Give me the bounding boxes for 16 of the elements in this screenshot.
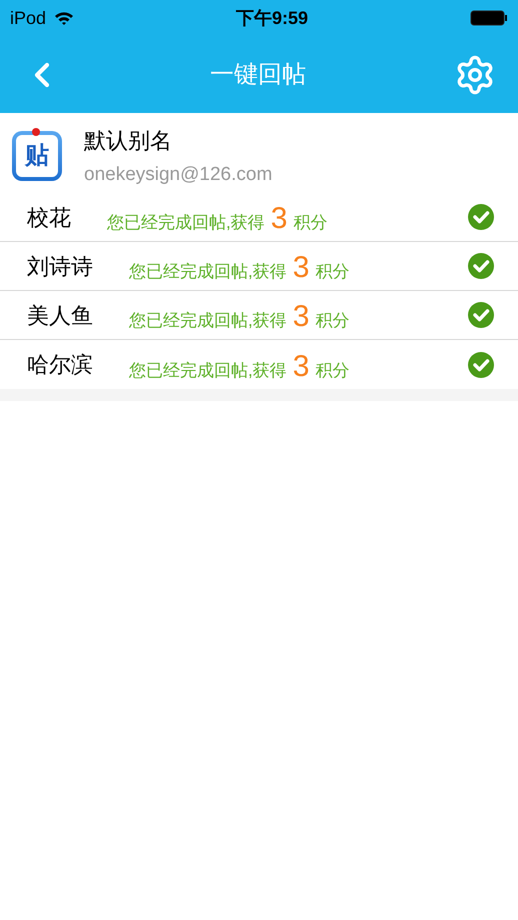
status-message: 您已经完成回帖,获得 3 积分 — [107, 204, 328, 236]
page-title: 一键回帖 — [210, 60, 306, 90]
status-message: 您已经完成回帖,获得 3 积分 — [129, 352, 350, 384]
board-name: 哈尔滨 — [27, 351, 93, 379]
board-name: 校花 — [27, 204, 71, 232]
status-message: 您已经完成回帖,获得 3 积分 — [129, 253, 350, 285]
board-name: 美人鱼 — [27, 302, 93, 330]
board-name: 刘诗诗 — [27, 252, 93, 280]
carrier-label: iPod — [10, 6, 46, 30]
account-email: onekeysign@126.com — [84, 162, 272, 186]
app-icon: 贴 — [12, 131, 62, 181]
clock-time: 下午9:59 — [236, 6, 308, 30]
wifi-icon — [54, 10, 74, 26]
battery-icon — [470, 10, 508, 26]
account-name: 默认别名 — [84, 127, 173, 154]
status-message: 您已经完成回帖,获得 3 积分 — [129, 302, 350, 334]
